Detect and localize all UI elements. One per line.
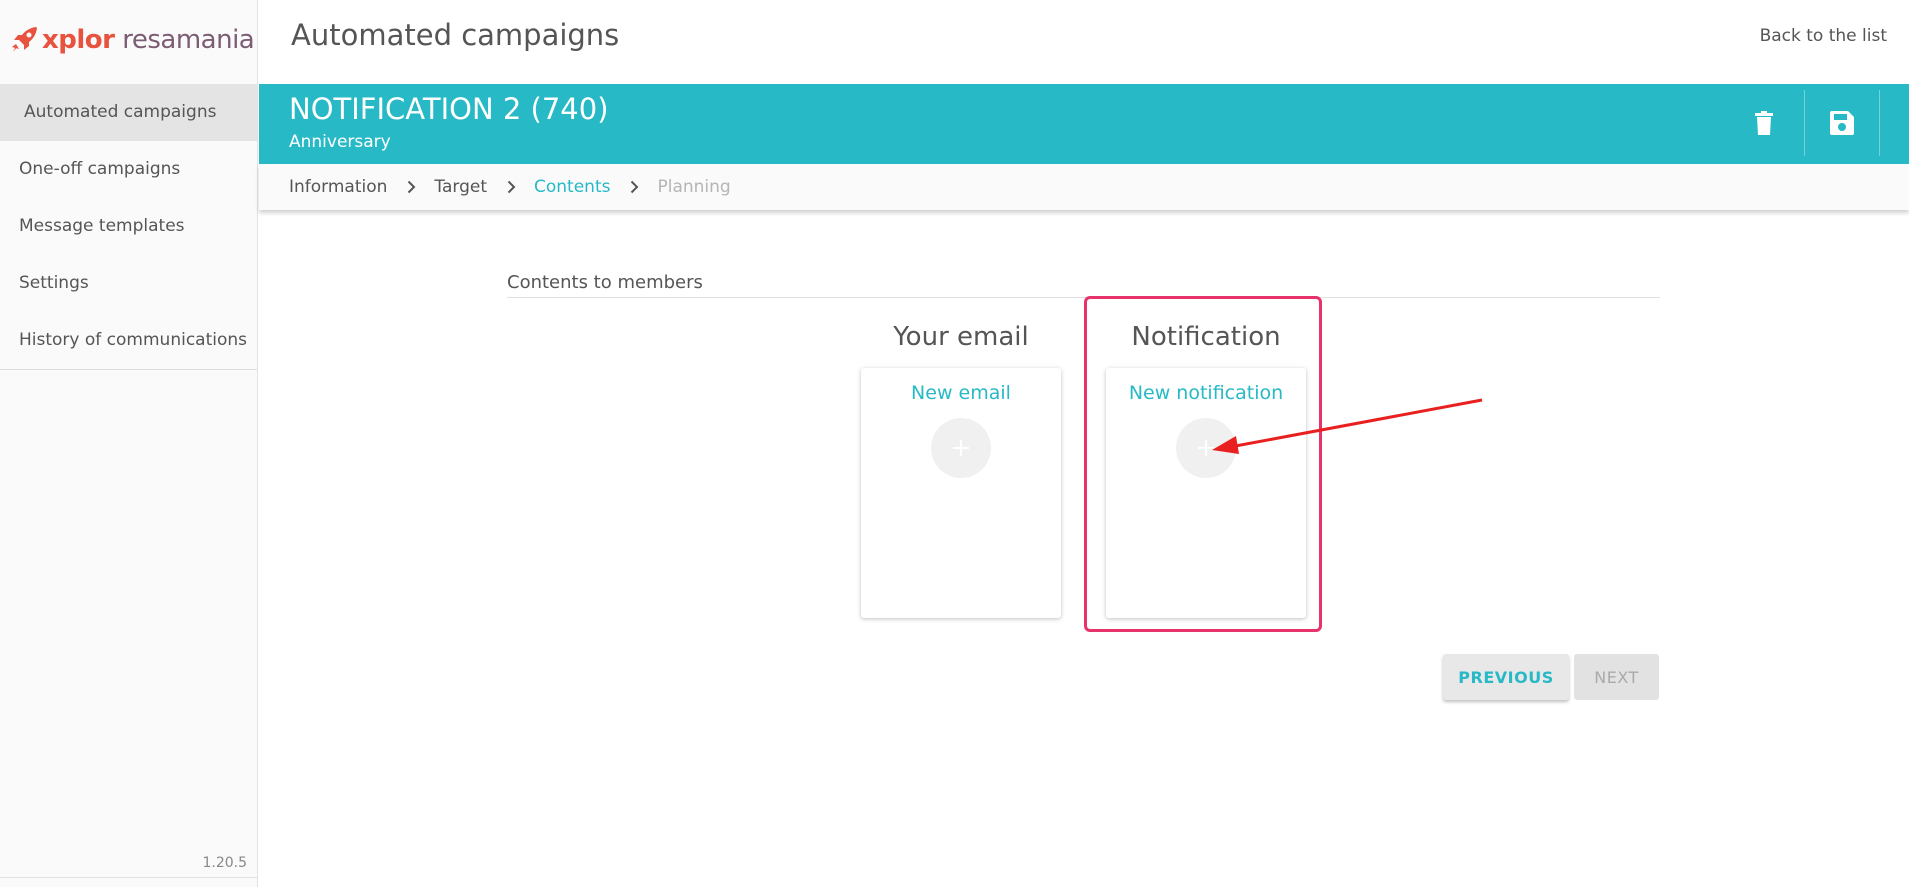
add-notification-button[interactable] xyxy=(1176,418,1236,478)
sidebar-item-history-of-communications[interactable]: History of communications xyxy=(0,312,257,369)
sidebar-item-one-off-campaigns[interactable]: One-off campaigns xyxy=(0,141,257,198)
new-email-card[interactable]: New email xyxy=(861,368,1061,618)
trash-icon xyxy=(1755,111,1773,135)
sidebar: xplor resamania Automated campaigns One-… xyxy=(0,0,258,887)
step-contents[interactable]: Contents xyxy=(534,177,610,197)
email-column-title: Your email xyxy=(893,322,1029,352)
previous-button[interactable]: PREVIOUS xyxy=(1443,654,1569,700)
campaign-header: NOTIFICATION 2 (740) Anniversary xyxy=(259,84,1909,164)
section-title: Contents to members xyxy=(507,272,703,293)
sidebar-item-message-templates[interactable]: Message templates xyxy=(0,198,257,255)
version-label: 1.20.5 xyxy=(202,855,247,871)
sidebar-item-automated-campaigns[interactable]: Automated campaigns xyxy=(0,84,257,141)
step-information[interactable]: Information xyxy=(289,177,387,197)
notification-column-title: Notification xyxy=(1131,322,1281,352)
campaign-subtitle: Anniversary xyxy=(289,132,391,152)
logo[interactable]: xplor resamania xyxy=(10,20,255,60)
page-title: Automated campaigns xyxy=(291,18,620,52)
sidebar-nav: Automated campaigns One-off campaigns Me… xyxy=(0,84,257,370)
sidebar-item-settings[interactable]: Settings xyxy=(0,255,257,312)
new-notification-link[interactable]: New notification xyxy=(1106,382,1306,404)
back-to-list-link[interactable]: Back to the list xyxy=(1760,26,1887,46)
new-email-link[interactable]: New email xyxy=(861,382,1061,404)
chevron-right-icon xyxy=(630,180,639,194)
sidebar-footer-divider xyxy=(0,877,257,878)
step-planning: Planning xyxy=(657,177,731,197)
chevron-right-icon xyxy=(507,180,516,194)
plus-icon xyxy=(953,440,969,456)
new-notification-card[interactable]: New notification xyxy=(1106,368,1306,618)
delete-button[interactable] xyxy=(1727,90,1801,156)
step-target[interactable]: Target xyxy=(434,177,487,197)
save-icon xyxy=(1830,111,1854,135)
save-button[interactable] xyxy=(1804,90,1880,156)
steps-breadcrumb: Information Target Contents Planning xyxy=(259,164,1909,210)
campaign-title: NOTIFICATION 2 (740) xyxy=(289,92,609,126)
rocket-icon xyxy=(12,27,37,52)
plus-icon xyxy=(1198,440,1214,456)
logo-text: xplor resamania xyxy=(42,25,255,55)
section-divider xyxy=(507,297,1660,298)
next-button: NEXT xyxy=(1574,654,1659,700)
chevron-right-icon xyxy=(407,180,416,194)
add-email-button[interactable] xyxy=(931,418,991,478)
